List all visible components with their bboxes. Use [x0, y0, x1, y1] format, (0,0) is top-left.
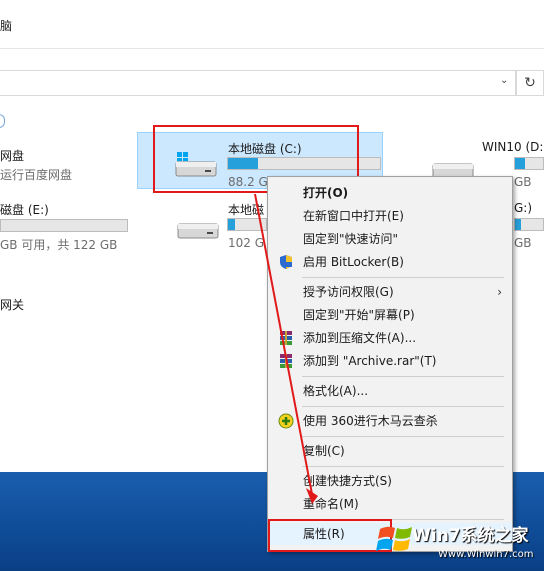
- menu-item-open-new-window[interactable]: 在新窗口中打开(E): [268, 205, 512, 227]
- menu-item-grant-access[interactable]: 授予访问权限(G) ›: [268, 281, 512, 303]
- drive-win10-label[interactable]: WIN10 (D:): [482, 140, 544, 154]
- windows-logo-icon: [376, 526, 412, 551]
- menu-item-label: 使用 360进行木马云查杀: [303, 414, 438, 428]
- drive-win10-usage-fill: [515, 158, 525, 169]
- menu-item-label: 授予访问权限(G): [303, 285, 394, 299]
- hard-drive-icon: [177, 223, 219, 239]
- watermark: Win7系统之家 Www.Winwin7.com: [376, 517, 544, 571]
- menu-item-pin-quick-access[interactable]: 固定到"快速访问": [268, 228, 512, 250]
- menu-item-label: 固定到"快速访问": [303, 232, 399, 246]
- menu-item-label: 复制(C): [303, 444, 345, 458]
- menu-item-copy[interactable]: 复制(C): [268, 440, 512, 462]
- network-gateway-label[interactable]: 网关: [0, 296, 24, 313]
- menu-item-rename[interactable]: 重命名(M): [268, 493, 512, 515]
- drive-e-usage-bar: [0, 219, 128, 232]
- menu-item-pin-start[interactable]: 固定到"开始"屏幕(P): [268, 304, 512, 326]
- menu-item-format[interactable]: 格式化(A)...: [268, 380, 512, 402]
- menu-item-create-shortcut[interactable]: 创建快捷方式(S): [268, 470, 512, 492]
- watermark-brand: Win7系统之家: [412, 526, 529, 546]
- menu-separator: [302, 376, 504, 377]
- section-collapse-icon[interactable]: [0, 114, 5, 128]
- menu-separator: [302, 406, 504, 407]
- refresh-button[interactable]: ↻: [516, 70, 544, 96]
- chevron-down-icon[interactable]: ⌄: [500, 75, 508, 86]
- drive-g-usage-fill: [515, 219, 521, 230]
- menu-item-label: 创建快捷方式(S): [303, 474, 392, 488]
- menu-item-bitlocker[interactable]: 启用 BitLocker(B): [268, 251, 512, 273]
- menu-item-add-archive-rar[interactable]: 添加到 "Archive.rar"(T): [268, 350, 512, 372]
- shield-icon: [280, 255, 292, 269]
- watermark-url: Www.Winwin7.com: [438, 549, 534, 560]
- menu-item-label: 打开(O): [303, 186, 349, 200]
- baidu-netdisk-label[interactable]: 网盘: [0, 147, 24, 164]
- menu-item-label: 重命名(M): [303, 497, 359, 511]
- 360-security-icon: [278, 413, 294, 429]
- winrar-icon: [280, 354, 292, 368]
- menu-item-label: 在新窗口中打开(E): [303, 209, 404, 223]
- drive-e-label[interactable]: 磁盘 (E:): [0, 201, 49, 218]
- title-area: 脑: [0, 0, 544, 49]
- drive-f-free: 102 G: [228, 236, 265, 250]
- menu-item-label: 添加到压缩文件(A)...: [303, 331, 417, 345]
- drive-f-label[interactable]: 本地磁: [228, 201, 264, 218]
- drive-g-free: GB: [514, 236, 532, 250]
- red-highlight-properties: [268, 519, 392, 552]
- menu-item-label: 格式化(A)...: [303, 384, 369, 398]
- menu-item-label: 添加到 "Archive.rar"(T): [303, 354, 437, 368]
- menu-item-add-archive[interactable]: 添加到压缩文件(A)...: [268, 327, 512, 349]
- baidu-netdisk-sub: 运行百度网盘: [0, 168, 73, 182]
- menu-separator: [302, 277, 504, 278]
- drive-win10-free: GB: [514, 175, 532, 189]
- drive-f-usage-fill: [228, 219, 235, 230]
- address-bar[interactable]: [0, 70, 516, 96]
- context-menu: 打开(O) 在新窗口中打开(E) 固定到"快速访问" 启用 BitLocker(…: [267, 176, 513, 552]
- drive-g-usage-bar: [514, 218, 544, 231]
- menu-item-label: 固定到"开始"屏幕(P): [303, 308, 415, 322]
- menu-item-label: 启用 BitLocker(B): [303, 255, 404, 269]
- winrar-icon: [280, 331, 292, 345]
- drive-win10-usage-bar: [514, 157, 544, 170]
- menu-item-360-scan[interactable]: 使用 360进行木马云查杀: [268, 410, 512, 432]
- menu-separator: [302, 436, 504, 437]
- drive-g-label[interactable]: G:): [514, 201, 532, 215]
- submenu-arrow-icon: ›: [497, 285, 502, 299]
- drive-f-usage-bar: [227, 218, 267, 231]
- drive-e-free: GB 可用，共 122 GB: [0, 238, 118, 252]
- window-title: 脑: [0, 19, 13, 33]
- menu-item-open[interactable]: 打开(O): [268, 182, 512, 204]
- menu-separator: [302, 466, 504, 467]
